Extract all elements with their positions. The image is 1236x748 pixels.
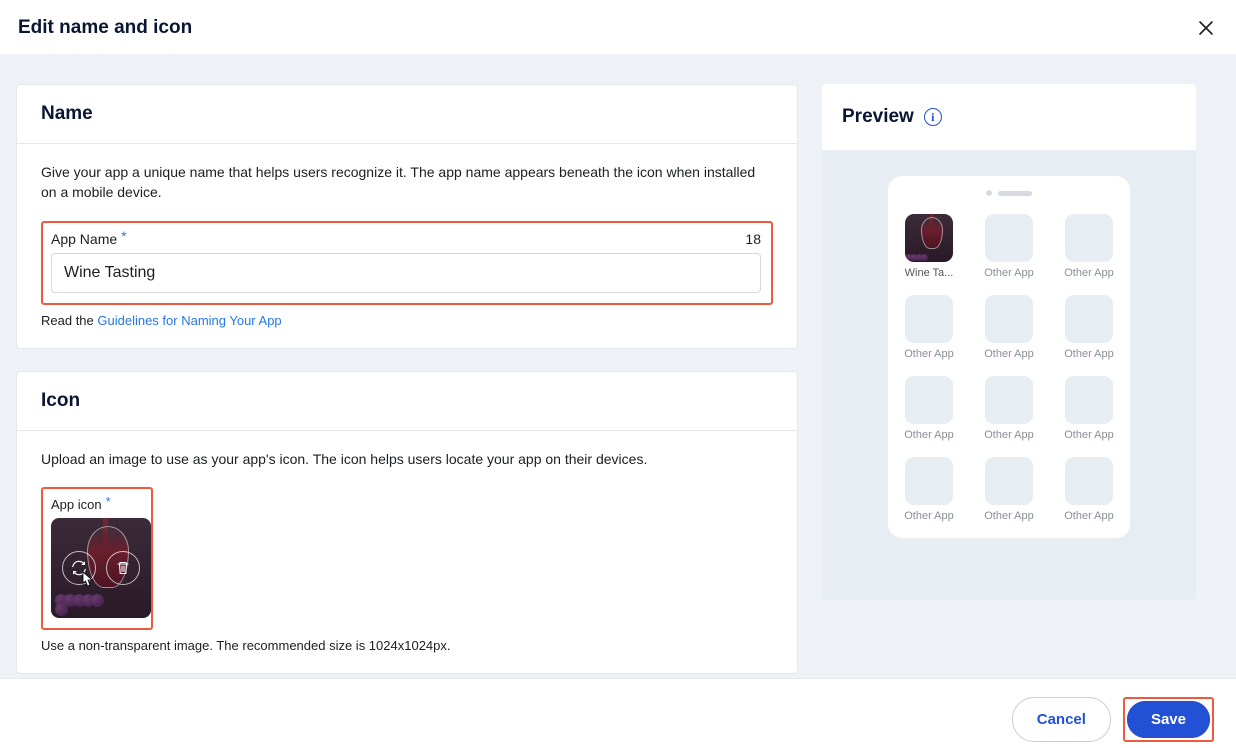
- preview-heading: Preview: [842, 106, 914, 128]
- phone-camera-icon: [986, 190, 992, 196]
- icon-card: Icon Upload an image to use as your app'…: [16, 371, 798, 674]
- preview-card: Preview i Wine Ta..: [822, 84, 1196, 600]
- swap-icon: [70, 559, 88, 577]
- app-label-other: Other App: [904, 510, 954, 522]
- app-grid-item: Other App: [978, 457, 1040, 522]
- name-description: Give your app a unique name that helps u…: [41, 162, 773, 203]
- app-label-featured: Wine Ta...: [905, 267, 954, 279]
- app-label-other: Other App: [984, 348, 1034, 360]
- replace-icon-button[interactable]: [62, 551, 96, 585]
- app-grid-item: Other App: [1058, 214, 1120, 279]
- app-tile-placeholder: [985, 214, 1033, 262]
- app-grid-item-featured: Wine Ta...: [898, 214, 960, 279]
- dialog-body: Name Give your app a unique name that he…: [0, 54, 1236, 682]
- app-grid-item: Other App: [978, 214, 1040, 279]
- app-icon-highlight: App icon*: [41, 487, 153, 630]
- dialog-header: Edit name and icon: [0, 0, 1236, 54]
- app-grid: Wine Ta... Other App Other App Other App…: [898, 214, 1120, 522]
- save-button[interactable]: Save: [1127, 701, 1210, 738]
- phone-speaker-icon: [998, 191, 1032, 196]
- char-count: 18: [745, 231, 761, 247]
- app-tile-placeholder: [905, 376, 953, 424]
- app-name-highlight: App Name* 18: [41, 221, 773, 305]
- save-highlight: Save: [1123, 697, 1214, 742]
- app-label-other: Other App: [1064, 267, 1114, 279]
- phone-mockup: Wine Ta... Other App Other App Other App…: [888, 176, 1130, 538]
- app-grid-item: Other App: [898, 295, 960, 360]
- name-card: Name Give your app a unique name that he…: [16, 84, 798, 349]
- app-grid-item: Other App: [978, 295, 1040, 360]
- dialog-title: Edit name and icon: [18, 17, 192, 39]
- app-grid-item: Other App: [1058, 457, 1120, 522]
- app-grid-item: Other App: [1058, 376, 1120, 441]
- app-tile-placeholder: [1065, 376, 1113, 424]
- preview-column: Preview i Wine Ta..: [822, 84, 1196, 666]
- icon-overlay: [51, 518, 151, 618]
- app-icon-thumbnail: [51, 518, 151, 618]
- app-grid-item: Other App: [978, 376, 1040, 441]
- app-tile-placeholder: [985, 457, 1033, 505]
- app-tile-placeholder: [985, 376, 1033, 424]
- info-icon[interactable]: i: [924, 108, 942, 126]
- app-tile-placeholder: [905, 457, 953, 505]
- app-label-other: Other App: [984, 510, 1034, 522]
- icon-helper: Use a non-transparent image. The recomme…: [41, 638, 773, 653]
- app-label-other: Other App: [984, 267, 1034, 279]
- app-grid-item: Other App: [898, 457, 960, 522]
- icon-description: Upload an image to use as your app's ico…: [41, 449, 773, 469]
- app-tile-placeholder: [1065, 214, 1113, 262]
- dialog-footer: Cancel Save: [0, 678, 1236, 748]
- naming-guidelines-link[interactable]: Guidelines for Naming Your App: [97, 313, 281, 328]
- app-grid-item: Other App: [898, 376, 960, 441]
- app-label-other: Other App: [1064, 429, 1114, 441]
- cancel-button[interactable]: Cancel: [1012, 697, 1111, 742]
- main-column: Name Give your app a unique name that he…: [16, 84, 798, 666]
- preview-header: Preview i: [822, 84, 1196, 150]
- required-asterisk: *: [121, 228, 126, 244]
- app-tile-placeholder: [1065, 295, 1113, 343]
- app-name-label: App Name*: [51, 231, 127, 247]
- app-grid-item: Other App: [1058, 295, 1120, 360]
- app-label-other: Other App: [1064, 510, 1114, 522]
- trash-icon: [115, 560, 131, 576]
- app-label-other: Other App: [984, 429, 1034, 441]
- phone-topbar: [898, 190, 1120, 196]
- app-label-other: Other App: [904, 348, 954, 360]
- preview-body: Wine Ta... Other App Other App Other App…: [822, 150, 1196, 600]
- icon-heading: Icon: [17, 372, 797, 431]
- app-label-other: Other App: [904, 429, 954, 441]
- app-name-input[interactable]: [51, 253, 761, 293]
- app-icon-label: App icon*: [51, 497, 141, 512]
- app-tile-featured: [905, 214, 953, 262]
- app-tile-placeholder: [985, 295, 1033, 343]
- required-asterisk: *: [106, 494, 111, 509]
- app-tile-placeholder: [905, 295, 953, 343]
- delete-icon-button[interactable]: [106, 551, 140, 585]
- app-label-other: Other App: [1064, 348, 1114, 360]
- close-icon: [1198, 20, 1214, 36]
- app-tile-placeholder: [1065, 457, 1113, 505]
- name-heading: Name: [17, 85, 797, 144]
- name-helper: Read the Guidelines for Naming Your App: [41, 313, 773, 328]
- close-button[interactable]: [1194, 16, 1218, 40]
